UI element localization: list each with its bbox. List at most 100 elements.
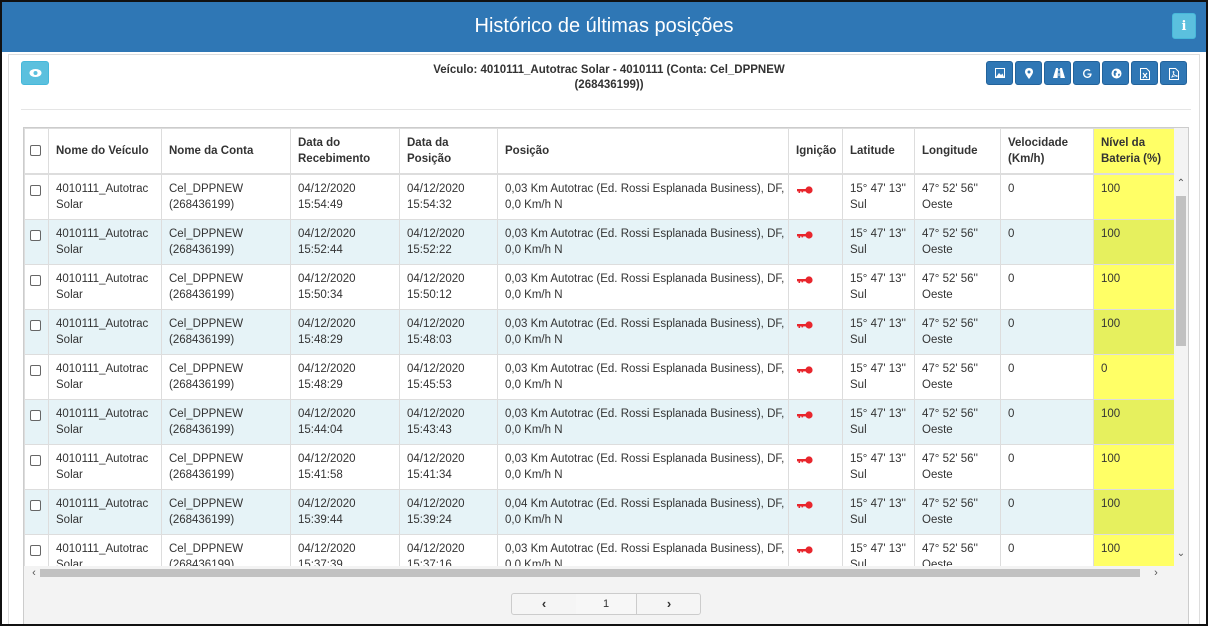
longitude-cell: 47° 52' 56'' Oeste: [914, 353, 1001, 400]
position-cell-line1: 0,03 Km Autotrac (Ed. Rossi Esplanada Bu…: [505, 183, 785, 195]
position-date-cell: 04/12/2020 15:54:32: [399, 173, 498, 220]
vehicle-name-cell: 4010111_Autotrac Solar: [48, 488, 162, 535]
longitude-cell-line1: 47° 52' 56'': [922, 227, 978, 240]
column-header-longitude[interactable]: Longitude: [914, 128, 1001, 175]
row-checkbox[interactable]: [30, 319, 41, 331]
vertical-scroll-thumb[interactable]: [1176, 196, 1186, 346]
column-header-account[interactable]: Nome da Conta: [161, 128, 291, 175]
row-checkbox[interactable]: [30, 409, 41, 421]
table-row[interactable]: 4010111_Autotrac Solar Cel_DPPNEW (26843619…: [24, 398, 1174, 445]
row-checkbox[interactable]: [30, 364, 41, 376]
column-header-position-date[interactable]: Data da Posição: [399, 128, 498, 175]
row-checkbox[interactable]: [30, 454, 41, 466]
column-header-battery[interactable]: Nível da Bateria (%): [1093, 128, 1174, 175]
column-header-position[interactable]: Posição: [497, 128, 789, 175]
vehicle-name-cell: 4010111_Autotrac Solar: [48, 218, 162, 265]
battery-cell: 100: [1093, 488, 1174, 535]
latitude-cell-line2: Sul: [850, 378, 867, 391]
position-date-cell: 04/12/2020 15:50:12: [399, 263, 498, 310]
position-cell-line1: 0,03 Km Autotrac (Ed. Rossi Esplanada Bu…: [505, 542, 785, 555]
latitude-cell-line1: 15° 47' 13'': [850, 227, 906, 240]
longitude-cell-line1: 47° 52' 56'': [922, 407, 978, 420]
longitude-cell-line2: Oeste: [922, 243, 953, 256]
received-date-cell: 04/12/2020 15:54:49: [290, 173, 400, 220]
row-checkbox[interactable]: [30, 229, 41, 241]
row-checkbox[interactable]: [30, 544, 41, 556]
table-row[interactable]: 4010111_Autotrac Solar Cel_DPPNEW (26843619…: [24, 443, 1174, 490]
longitude-cell: 47° 52' 56'' Oeste: [914, 533, 1001, 566]
speed-cell: 0: [1000, 263, 1094, 310]
column-header-latitude[interactable]: Latitude: [842, 128, 915, 175]
next-page-button[interactable]: ›: [636, 594, 701, 614]
row-checkbox[interactable]: [30, 185, 41, 196]
table-row[interactable]: 4010111_Autotrac Solar Cel_DPPNEW (26843619…: [24, 488, 1174, 535]
position-cell-line1: 0,04 Km Autotrac (Ed. Rossi Esplanada Bu…: [505, 497, 785, 510]
column-header-ignition[interactable]: Ignição: [788, 128, 843, 175]
globe-button[interactable]: [1102, 61, 1129, 85]
received-date-cell-line1: 04/12/2020: [298, 272, 356, 285]
longitude-cell-line1: 47° 52' 56'': [922, 317, 978, 330]
position-date-cell-line2: 15:48:03: [407, 333, 452, 346]
map-marker-button[interactable]: [1015, 61, 1042, 85]
road-button[interactable]: [1044, 61, 1071, 85]
google-button[interactable]: [1073, 61, 1100, 85]
vertical-scrollbar[interactable]: ⌃ ⌄: [1174, 172, 1188, 566]
row-select-cell: [24, 533, 49, 566]
vehicle-name-cell: 4010111_Autotrac Solar: [48, 443, 162, 490]
row-checkbox[interactable]: [30, 499, 41, 511]
image-button[interactable]: [986, 61, 1013, 85]
row-select-cell: [24, 488, 49, 535]
pdf-export-button[interactable]: [1160, 61, 1187, 85]
received-date-cell-line2: 15:52:44: [298, 243, 343, 256]
longitude-cell-line2: Oeste: [922, 513, 953, 526]
position-cell-line1: 0,03 Km Autotrac (Ed. Rossi Esplanada Bu…: [505, 227, 785, 240]
position-date-cell-line1: 04/12/2020: [407, 452, 465, 465]
longitude-cell-line2: Oeste: [922, 288, 953, 301]
column-header-received[interactable]: Data do Recebimento: [290, 128, 400, 175]
speed-cell: 0: [1000, 173, 1094, 220]
vehicle-info: Veículo: 4010111_Autotrac Solar - 401011…: [409, 63, 809, 93]
longitude-cell-line2: Oeste: [922, 423, 953, 436]
received-date-cell: 04/12/2020 15:52:44: [290, 218, 400, 265]
battery-cell: 100: [1093, 443, 1174, 490]
vehicle-name-cell-line1: 4010111_Autotrac: [56, 497, 149, 510]
vehicle-info-line2: (268436199)): [574, 79, 644, 91]
column-header-speed[interactable]: Velocidade (Km/h): [1000, 128, 1094, 175]
position-cell: 0,03 Km Autotrac (Ed. Rossi Esplanada Bu…: [497, 353, 789, 400]
globe-icon: [1111, 68, 1122, 79]
ignition-key-icon: [797, 318, 813, 334]
ignition-key-icon: [797, 183, 813, 199]
row-checkbox[interactable]: [30, 274, 41, 286]
select-all-checkbox[interactable]: [30, 145, 41, 156]
received-date-cell-line1: 04/12/2020: [298, 183, 356, 195]
table-row[interactable]: 4010111_Autotrac Solar Cel_DPPNEW (26843619…: [24, 308, 1174, 355]
account-name-cell-line2: (268436199): [169, 468, 235, 481]
scroll-down-arrow-icon[interactable]: ⌄: [1176, 548, 1186, 560]
row-select-cell: [24, 263, 49, 310]
scroll-left-arrow-icon[interactable]: ‹: [28, 566, 40, 580]
horizontal-scrollbar[interactable]: ‹ ›: [24, 566, 1174, 580]
position-date-cell-line1: 04/12/2020: [407, 272, 465, 285]
ignition-cell: [788, 353, 843, 400]
map-marker-icon: [1025, 68, 1033, 79]
scroll-right-arrow-icon[interactable]: ›: [1150, 566, 1162, 580]
table-row[interactable]: 4010111_Autotrac Solar Cel_DPPNEW (26843619…: [24, 353, 1174, 400]
position-cell-line1: 0,03 Km Autotrac (Ed. Rossi Esplanada Bu…: [505, 452, 785, 465]
table-viewport: Nome do Veículo Nome da Conta Data do Re…: [24, 128, 1174, 566]
scroll-up-arrow-icon[interactable]: ⌃: [1176, 178, 1186, 190]
latitude-cell: 15° 47' 13'' Sul: [842, 218, 915, 265]
previous-page-button[interactable]: ‹: [512, 594, 577, 614]
info-button[interactable]: i: [1172, 13, 1196, 39]
vehicle-name-cell: 4010111_Autotrac Solar: [48, 398, 162, 445]
table-row[interactable]: 4010111_Autotrac Solar Cel_DPPNEW (26843619…: [24, 218, 1174, 265]
vehicle-name-cell-line2: Solar: [56, 243, 83, 256]
column-header-vehicle[interactable]: Nome do Veículo: [48, 128, 162, 175]
table-row[interactable]: 4010111_Autotrac Solar Cel_DPPNEW (26843619…: [24, 263, 1174, 310]
latitude-cell: 15° 47' 13'' Sul: [842, 353, 915, 400]
horizontal-scroll-thumb[interactable]: [40, 569, 1140, 577]
toggle-visibility-button[interactable]: [21, 61, 49, 85]
table-row[interactable]: 4010111_Autotrac Solar Cel_DPPNEW (26843619…: [24, 533, 1174, 566]
excel-export-button[interactable]: [1131, 61, 1158, 85]
account-name-cell: Cel_DPPNEW (268436199): [161, 443, 291, 490]
table-row[interactable]: 4010111_Autotrac Solar Cel_DPPNEW (26843619…: [24, 173, 1174, 220]
